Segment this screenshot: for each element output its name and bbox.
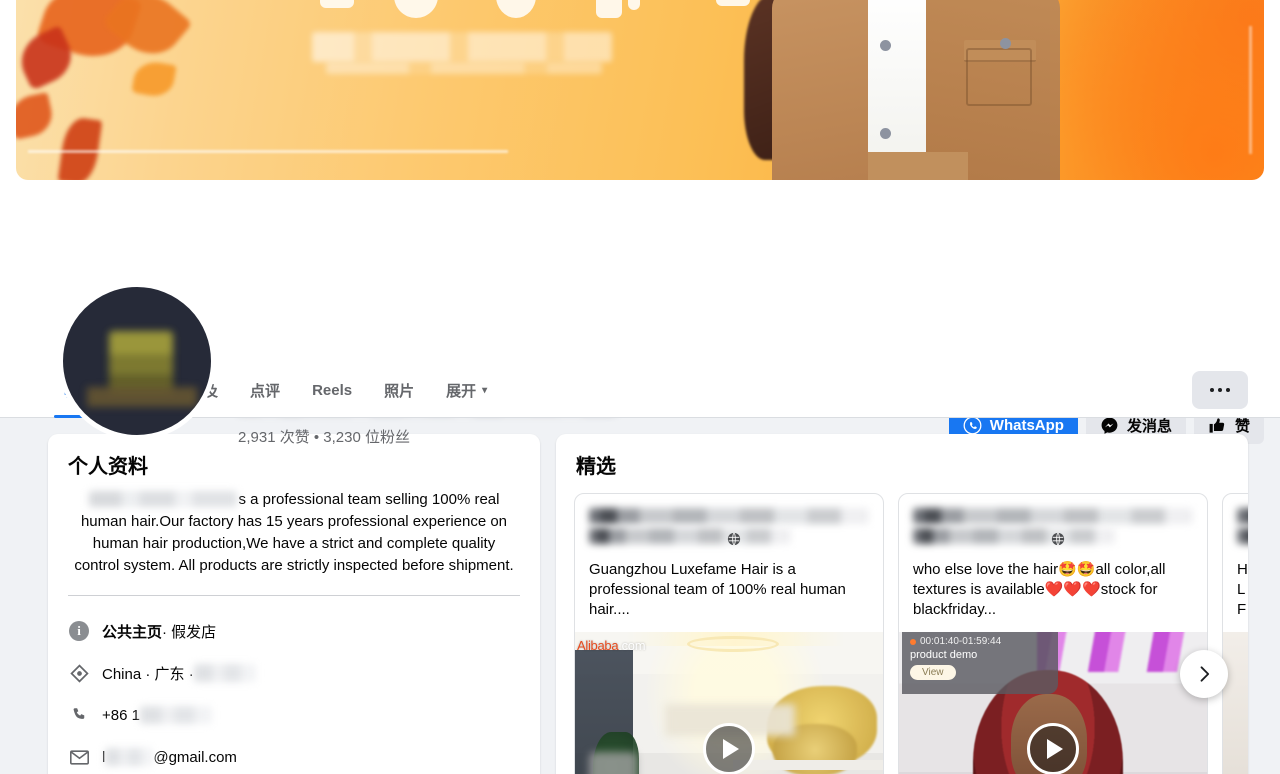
more-options-button[interactable] [1192, 371, 1248, 409]
video-clip-overlay[interactable]: 00:01:40-01:59:44 product demo View [902, 632, 1058, 694]
messenger-icon [1100, 416, 1119, 435]
profile-header: 2,931 次赞 • 3,230 位粉丝 WhatsApp 发消息 赞 [0, 180, 1280, 446]
featured-carousel[interactable]: Guangzhou Luxefame Hair is a professiona… [556, 493, 1248, 774]
tab-reels[interactable]: Reels [296, 362, 368, 418]
left-column: 个人资料 s a professional team selling 100% … [48, 434, 540, 774]
featured-post-header [1223, 494, 1248, 552]
category-name: · 假发店 [162, 623, 217, 641]
info-row-email[interactable]: l @gmail.com [68, 736, 520, 774]
tab-photos[interactable]: 照片 [368, 362, 430, 418]
cover-blurred-subtext [326, 62, 602, 74]
whatsapp-label: WhatsApp [989, 416, 1064, 434]
intro-card: 个人资料 s a professional team selling 100% … [48, 434, 540, 774]
clip-title: product demo [910, 649, 978, 661]
main-content: 个人资料 s a professional team selling 100% … [0, 418, 1280, 774]
cover-photo-area [0, 0, 1280, 180]
featured-post-header [575, 494, 883, 552]
location-blurred [193, 664, 256, 682]
avatar[interactable] [58, 282, 216, 440]
post-meta-blurred [589, 528, 791, 544]
post-author-blurred [1237, 508, 1248, 524]
chevron-right-icon [1200, 666, 1210, 682]
info-icon: i [68, 621, 90, 641]
cover-photo[interactable] [16, 0, 1264, 180]
whatsapp-icon [963, 416, 982, 435]
avatar-logo-blurred [109, 331, 173, 393]
featured-post-text: H L F [1237, 561, 1248, 618]
featured-post-text: Guangzhou Luxefame Hair is a professiona… [589, 561, 846, 618]
cover-model-photo [720, 0, 1060, 180]
featured-post-card[interactable]: H L F [1222, 493, 1248, 774]
alibaba-watermark: Alibaba.com [577, 638, 646, 653]
phone-blurred [139, 706, 212, 724]
cover-blurred-text [312, 32, 612, 62]
dot-icon [1218, 388, 1222, 392]
tab-label: 展开 [446, 382, 477, 400]
featured-title: 精选 [576, 456, 616, 478]
phone-text: +86 1 [102, 706, 140, 724]
post-author-blurred [913, 508, 1193, 524]
tab-label: 照片 [384, 382, 415, 400]
dot-icon [1226, 388, 1230, 392]
right-column: 精选 Guangzhou Luxefame Hair is a professi… [556, 434, 1248, 774]
tab-more[interactable]: 展开 ▾ [430, 362, 503, 418]
featured-post-media[interactable]: Alibaba.com [575, 632, 883, 774]
home-icon [68, 663, 90, 683]
featured-post-media[interactable] [1223, 632, 1248, 774]
play-button[interactable] [1027, 722, 1079, 774]
cover-rule [28, 150, 508, 153]
featured-post-media[interactable]: Luxefame 00:01:40-01:59:44 product demo … [899, 632, 1207, 774]
featured-card: 精选 Guangzhou Luxefame Hair is a professi… [556, 434, 1248, 774]
featured-post-card[interactable]: Guangzhou Luxefame Hair is a professiona… [574, 493, 884, 774]
post-author-blurred [589, 508, 869, 524]
page-stats: 2,931 次赞 • 3,230 位粉丝 [238, 429, 410, 446]
clip-view-button[interactable]: View [910, 665, 956, 680]
tab-label: 点评 [250, 382, 281, 400]
post-meta-blurred [913, 528, 1115, 544]
divider [68, 595, 520, 596]
cover-rule-vertical [1249, 26, 1252, 154]
featured-post-header [899, 494, 1207, 552]
featured-post-text: who else love the hair🤩🤩all color,all te… [913, 561, 1166, 618]
tab-label: Reels [312, 381, 353, 399]
leaf-decor-icon [131, 58, 177, 100]
location-text: China · 广东 · [102, 665, 194, 683]
email-domain: @gmail.com [153, 748, 237, 766]
info-row-phone[interactable]: +86 1 [68, 694, 520, 736]
globe-privacy-icon [1051, 532, 1065, 546]
leaf-decor-icon [57, 115, 103, 180]
clip-timestamp: 00:01:40-01:59:44 [910, 636, 1050, 647]
intro-bio: s a professional team selling 100% real … [68, 489, 520, 577]
carousel-next-button[interactable] [1180, 650, 1228, 698]
featured-post-card[interactable]: who else love the hair🤩🤩all color,all te… [898, 493, 1208, 774]
play-button[interactable] [703, 722, 755, 774]
globe-privacy-icon [727, 532, 741, 546]
leaf-decor-icon [101, 0, 193, 68]
intro-title: 个人资料 [68, 456, 148, 478]
info-row-location[interactable]: China · 广东 · [68, 652, 520, 694]
featured-track: Guangzhou Luxefame Hair is a professiona… [574, 493, 1248, 774]
category-type: 公共主页 [102, 623, 163, 641]
tab-reviews[interactable]: 点评 [234, 362, 296, 418]
dot-icon [1210, 388, 1214, 392]
email-blurred [105, 748, 154, 766]
post-meta-blurred [1237, 528, 1248, 544]
info-row-category[interactable]: i 公共主页 · 假发店 [68, 610, 520, 652]
bio-blurred-name [88, 491, 237, 507]
thumbs-up-icon [1208, 416, 1227, 435]
email-icon [68, 749, 90, 765]
chevron-down-icon: ▾ [482, 384, 488, 396]
leaf-decor-icon [16, 92, 56, 140]
phone-icon [68, 706, 90, 724]
avatar-logo-bar-blurred [87, 387, 197, 407]
